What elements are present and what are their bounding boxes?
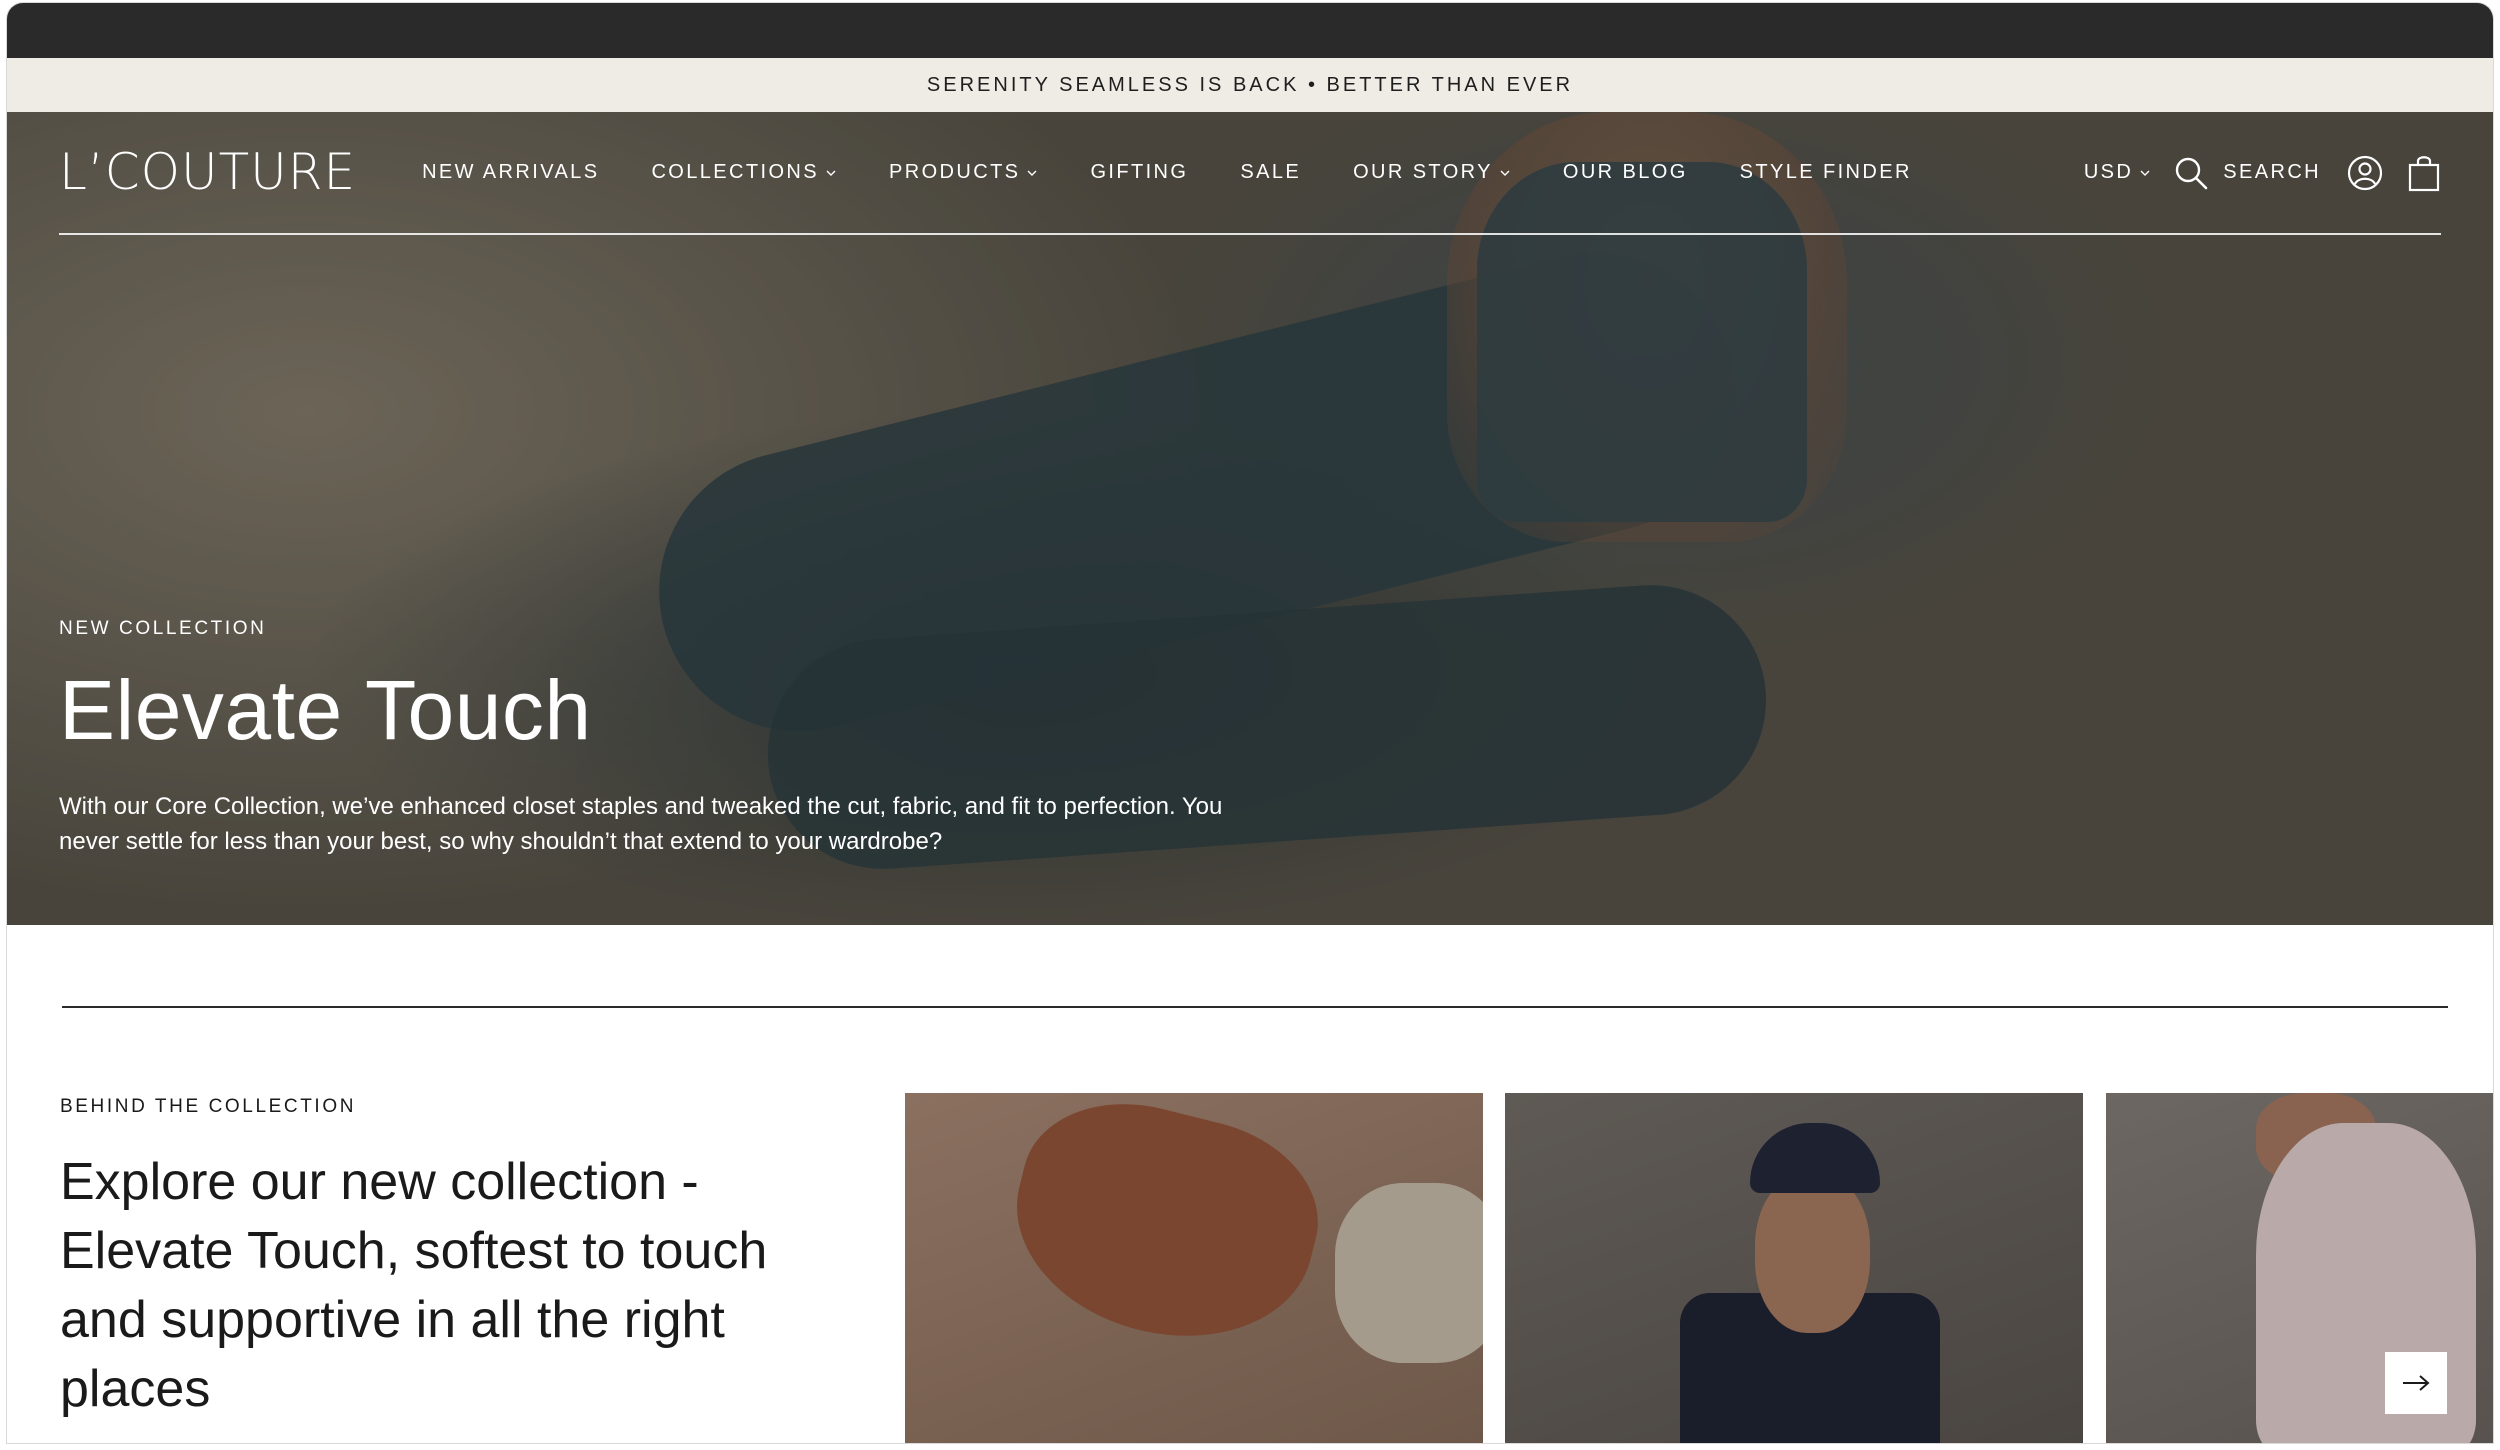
nav-links: NEW ARRIVALS COLLECTIONS PRODUCTS GIFTIN… — [422, 161, 1964, 184]
nav-item-style-finder[interactable]: STYLE FINDER — [1740, 161, 1912, 184]
announcement-bar: SERENITY SEAMLESS IS BACK • BETTER THAN … — [7, 58, 2493, 112]
search-icon — [2176, 157, 2208, 189]
behind-collection-section: BEHIND THE COLLECTION Explore our new co… — [60, 1096, 820, 1424]
nav-item-label: OUR STORY — [1353, 161, 1493, 183]
nav-item-label: SALE — [1240, 161, 1302, 183]
carousel-card-bra[interactable] — [905, 1093, 1483, 1443]
nav-item-label: GIFTING — [1090, 161, 1189, 183]
nav-item-label: COLLECTIONS — [651, 161, 819, 183]
nav-item-our-story[interactable]: OUR STORY — [1353, 161, 1511, 184]
nav-item-label: OUR BLOG — [1562, 161, 1688, 183]
account-icon — [2347, 155, 2383, 190]
bag-icon — [2408, 155, 2440, 191]
nav-utilities: USD SEARCH — [2084, 154, 2441, 192]
account-button[interactable] — [2347, 155, 2383, 191]
browser-frame: SERENITY SEAMLESS IS BACK • BETTER THAN … — [7, 3, 2493, 1443]
chevron-down-icon — [826, 170, 836, 176]
nav-item-sale[interactable]: SALE — [1240, 161, 1301, 184]
hero-description: With our Core Collection, we’ve enhanced… — [59, 793, 1223, 855]
carousel-next-button[interactable] — [2385, 1352, 2447, 1414]
carousel-card-cap[interactable] — [1505, 1093, 2083, 1443]
behind-heading: Explore our new collection - Elevate Tou… — [60, 1153, 768, 1418]
search-label: SEARCH — [2223, 161, 2321, 183]
nav-item-collections[interactable]: COLLECTIONS — [651, 161, 837, 184]
section-divider — [62, 1006, 2448, 1008]
brand-logo[interactable]: L’COUTURE — [59, 143, 356, 201]
behind-eyebrow: BEHIND THE COLLECTION — [60, 1096, 357, 1117]
main-navigation: L’COUTURE NEW ARRIVALS COLLECTIONS PRODU… — [59, 112, 2441, 235]
chevron-down-icon — [1027, 170, 1037, 176]
nav-item-new-arrivals[interactable]: NEW ARRIVALS — [422, 161, 599, 184]
nav-item-label: STYLE FINDER — [1739, 161, 1912, 183]
nav-item-label: NEW ARRIVALS — [422, 161, 600, 183]
browser-top-bar — [7, 3, 2493, 58]
arrow-right-icon — [2403, 1375, 2430, 1391]
nav-item-gifting[interactable]: GIFTING — [1090, 161, 1188, 184]
product-photo-bra — [992, 1093, 1338, 1367]
product-photo-sleeve — [1335, 1183, 1483, 1363]
model-photo-cap — [1750, 1123, 1880, 1193]
search-button[interactable]: SEARCH — [2173, 155, 2347, 191]
nav-item-our-blog[interactable]: OUR BLOG — [1563, 161, 1688, 184]
announcement-text: SERENITY SEAMLESS IS BACK • BETTER THAN … — [926, 73, 1574, 96]
hero-content: NEW COLLECTION Elevate Touch With our Co… — [59, 618, 1259, 859]
hero-eyebrow: NEW COLLECTION — [59, 618, 267, 639]
chevron-down-icon — [2140, 170, 2150, 176]
model-photo-face — [1755, 1173, 1870, 1333]
nav-item-label: PRODUCTS — [889, 161, 1021, 183]
chevron-down-icon — [1500, 170, 1510, 176]
nav-item-products[interactable]: PRODUCTS — [889, 161, 1038, 184]
currency-label: USD — [2083, 161, 2134, 183]
hero-title: Elevate Touch — [59, 663, 592, 757]
currency-selector[interactable]: USD — [2084, 161, 2151, 184]
cart-button[interactable] — [2407, 154, 2441, 192]
